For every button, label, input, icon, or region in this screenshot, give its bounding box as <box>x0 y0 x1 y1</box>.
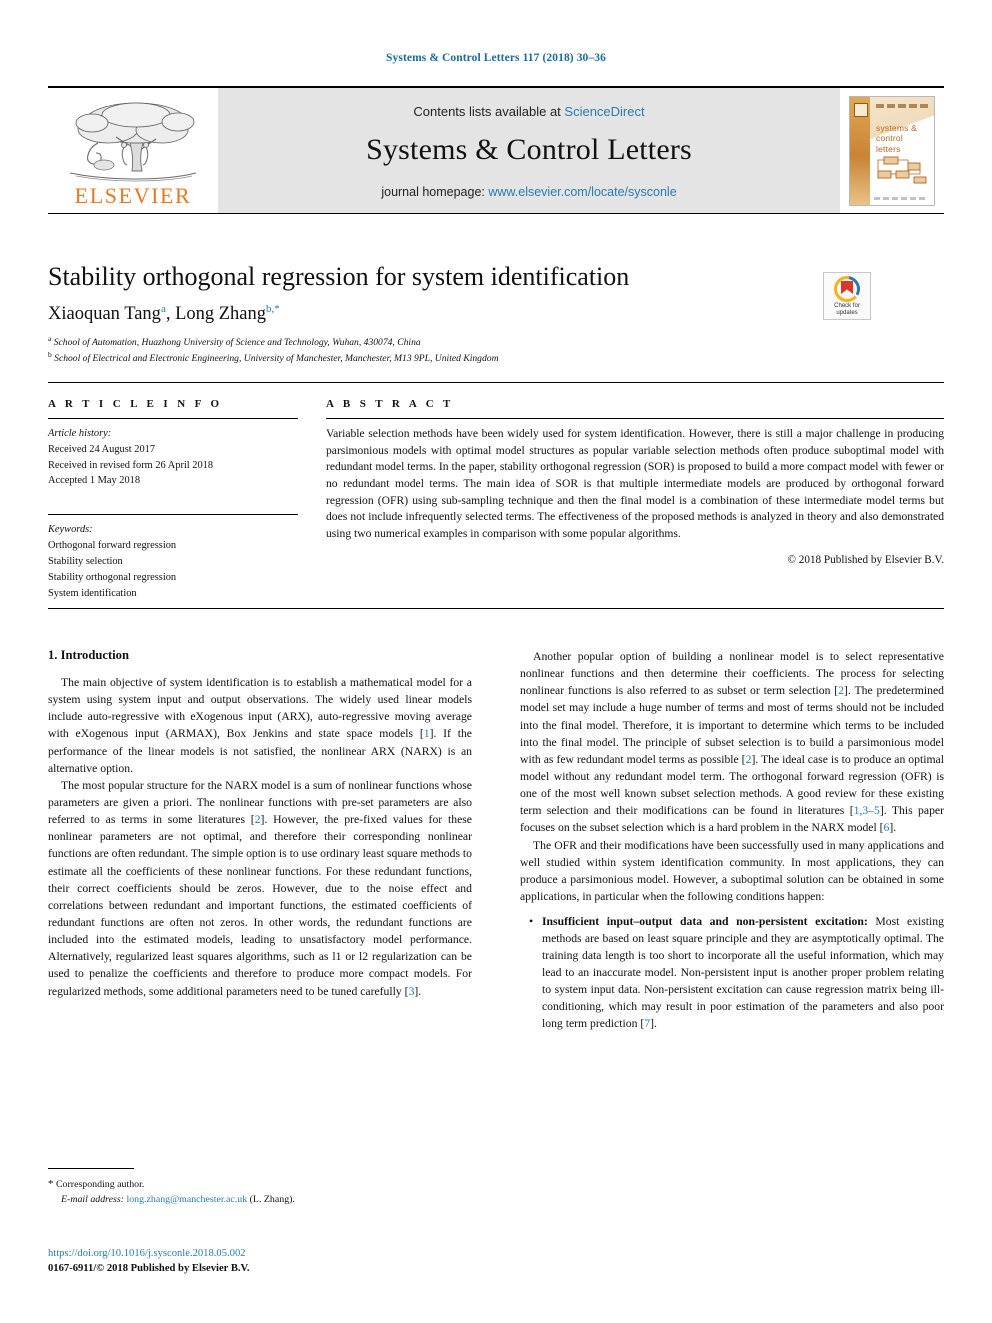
author-name-1: Xiaoquan Tang <box>48 304 161 325</box>
journal-homepage-line: journal homepage: www.elsevier.com/locat… <box>381 185 676 199</box>
body-column-left: 1. Introduction The main objective of sy… <box>48 648 472 1033</box>
keyword-item: Orthogonal forward regression <box>48 540 177 552</box>
info-rule-top <box>48 382 944 383</box>
footnote-rule <box>48 1168 134 1169</box>
body-columns: 1. Introduction The main objective of sy… <box>48 648 944 1033</box>
paragraph: The main objective of system identificat… <box>48 676 472 775</box>
affiliation-text-a: School of Automation, Huazhong Universit… <box>53 337 421 349</box>
body-column-right: Another popular option of building a non… <box>520 648 944 1033</box>
list-item: Insufficient input–output data and non-p… <box>529 913 944 1033</box>
elsevier-logo: ELSEVIER <box>48 88 218 213</box>
abstract-copyright: © 2018 Published by Elsevier B.V. <box>787 553 944 566</box>
crossmark-label: Check for updates <box>834 303 860 317</box>
affiliation-text-b: School of Electrical and Electronic Engi… <box>54 353 499 365</box>
author-marker-1[interactable]: a <box>161 303 166 315</box>
cover-journal-title: systems & control letters <box>876 122 918 154</box>
abstract-divider <box>326 418 944 419</box>
journal-masthead: ELSEVIER Contents lists available at Sci… <box>48 86 944 214</box>
cover-logo-square <box>854 102 868 117</box>
paragraph: Another popular option of building a non… <box>520 650 944 835</box>
journal-cover-thumbnail: systems & control letters <box>840 88 944 213</box>
article-info-heading: A R T I C L E I N F O <box>48 398 223 410</box>
doi-link[interactable]: https://doi.org/10.1016/j.sysconle.2018.… <box>48 1246 548 1261</box>
keywords-divider <box>48 514 298 516</box>
cover-block-diagram-icon <box>877 156 927 183</box>
abstract-heading: A B S T R A C T <box>326 398 454 410</box>
paper-page: Systems & Control Letters 117 (2018) 30–… <box>0 0 992 1323</box>
article-history-label: Article history: <box>48 428 112 439</box>
crossmark-line-2: updates <box>836 309 858 316</box>
section-heading-introduction: 1. Introduction <box>48 648 129 662</box>
keyword-item: System identification <box>48 587 137 599</box>
email-line: E-mail address: long.zhang@manchester.ac… <box>48 1193 472 1208</box>
sciencedirect-link[interactable]: ScienceDirect <box>564 104 644 119</box>
doi-block: https://doi.org/10.1016/j.sysconle.2018.… <box>48 1246 548 1277</box>
elsevier-tree-icon <box>58 97 208 185</box>
email-owner: (L. Zhang). <box>249 1193 295 1205</box>
corresponding-author-label: Corresponding author. <box>55 1179 145 1190</box>
article-history-item: Received 24 August 2017 <box>48 443 156 455</box>
contents-prefix: Contents lists available at <box>413 104 565 119</box>
author-marker-2[interactable]: b,* <box>266 303 280 315</box>
author-name-2: Long Zhang <box>175 304 267 325</box>
affiliation-list: a School of Automation, Huazhong Univers… <box>48 334 944 366</box>
check-for-updates-badge[interactable]: Check for updates <box>823 272 871 320</box>
author-list: Xiaoquan Tanga, Long Zhangb,* <box>48 303 280 325</box>
article-info-column: A R T I C L E I N F O Article history: R… <box>48 398 298 601</box>
paragraph: The most popular structure for the NARX … <box>48 778 473 998</box>
paragraph: The OFR and their modifications have bee… <box>520 838 944 903</box>
info-rule-bottom <box>48 608 944 609</box>
contents-line: Contents lists available at ScienceDirec… <box>413 104 644 119</box>
cover-footer-rule <box>874 196 928 200</box>
conditions-list: Insufficient input–output data and non-p… <box>520 913 944 1033</box>
affiliation-marker-a: a <box>48 334 52 344</box>
corresponding-author-marker: * <box>48 1178 54 1190</box>
body-column-gap <box>472 648 520 1033</box>
keyword-item: Stability selection <box>48 555 123 567</box>
crossmark-line-1: Check for <box>834 302 860 309</box>
article-history: Article history: Received 24 August 2017… <box>48 426 298 489</box>
footnote-block: * Corresponding author. E-mail address: … <box>48 1168 472 1208</box>
title-block: Stability orthogonal regression for syst… <box>48 262 944 367</box>
corresponding-author-line: * Corresponding author. <box>48 1176 472 1193</box>
affiliation-marker-b: b <box>48 350 52 360</box>
keywords-label: Keywords: <box>48 524 93 536</box>
article-history-item: Received in revised form 26 April 2018 <box>48 459 214 471</box>
cover-header-rule <box>876 103 930 108</box>
cover-image: systems & control letters <box>849 95 935 206</box>
crossmark-icon <box>834 275 860 302</box>
affiliation-b: b School of Electrical and Electronic En… <box>48 350 944 366</box>
journal-homepage-link[interactable]: www.elsevier.com/locate/sysconle <box>488 185 676 199</box>
elsevier-wordmark: ELSEVIER <box>74 183 192 208</box>
email-label: E-mail address: <box>61 1193 124 1205</box>
abstract-text: Variable selection methods have been wid… <box>326 427 944 541</box>
keywords-block: Keywords: Orthogonal forward regression … <box>48 514 298 601</box>
journal-title: Systems & Control Letters <box>366 133 692 166</box>
info-abstract-columns: A R T I C L E I N F O Article history: R… <box>48 398 944 601</box>
issn-copyright-line: 0167-6911/© 2018 Published by Elsevier B… <box>48 1263 250 1275</box>
keyword-item: Stability orthogonal regression <box>48 571 177 583</box>
email-link[interactable]: long.zhang@manchester.ac.uk <box>126 1194 247 1205</box>
list-item-lead: Insufficient input–output data and non-p… <box>542 915 868 929</box>
page-title: Stability orthogonal regression for syst… <box>48 262 630 291</box>
article-info-divider <box>48 418 298 419</box>
running-head: Systems & Control Letters 117 (2018) 30–… <box>386 52 606 64</box>
abstract-column: A B S T R A C T Variable selection metho… <box>326 398 944 601</box>
affiliation-a: a School of Automation, Huazhong Univers… <box>48 334 944 350</box>
list-item-text: Most existing methods are based on least… <box>542 915 944 1030</box>
column-gap <box>298 398 326 601</box>
homepage-prefix: journal homepage: <box>381 185 489 199</box>
masthead-center: Contents lists available at ScienceDirec… <box>218 88 840 213</box>
article-history-item: Accepted 1 May 2018 <box>48 475 141 487</box>
